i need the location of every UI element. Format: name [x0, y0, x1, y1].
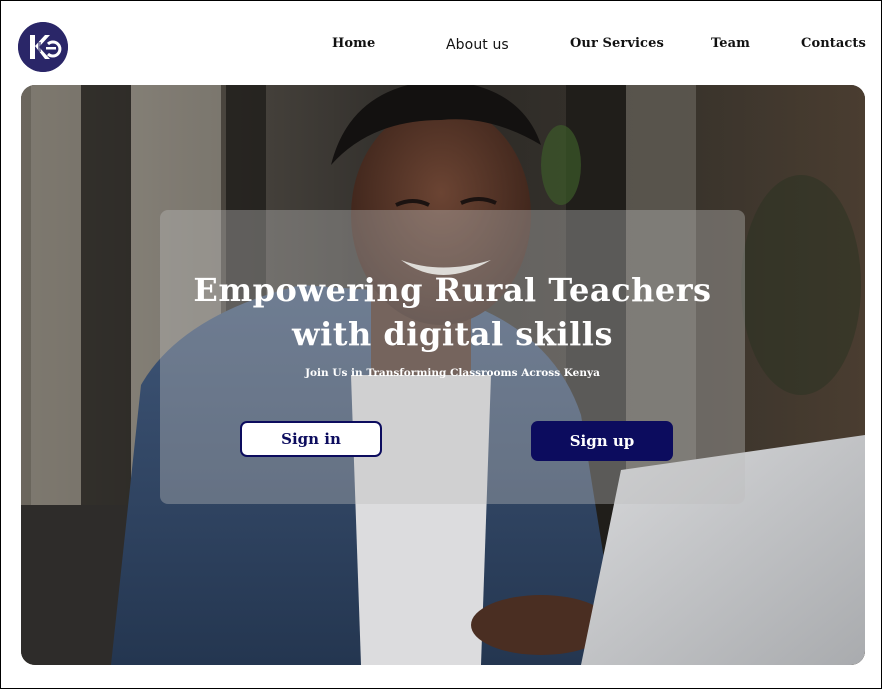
hero-card: Empowering Rural Teachers with digital s… [160, 210, 745, 504]
nav-services-link[interactable]: Our Services [570, 36, 664, 51]
nav-home-link[interactable]: Home [332, 36, 375, 51]
sign-up-button[interactable]: Sign up [531, 421, 673, 461]
brand-logo-icon[interactable] [18, 22, 68, 72]
hero-title-line-1: Empowering Rural Teachers [193, 271, 712, 309]
sign-in-button[interactable]: Sign in [240, 421, 382, 457]
hero-title: Empowering Rural Teachers with digital s… [160, 268, 745, 356]
hero-title-line-2: with digital skills [292, 315, 613, 353]
hero-section: Empowering Rural Teachers with digital s… [21, 85, 865, 665]
nav-about-link[interactable]: About us [446, 37, 509, 53]
nav-team-link[interactable]: Team [711, 36, 750, 51]
hero-subtitle: Join Us in Transforming Classrooms Acros… [305, 367, 600, 379]
nav-contacts-link[interactable]: Contacts [801, 36, 866, 51]
